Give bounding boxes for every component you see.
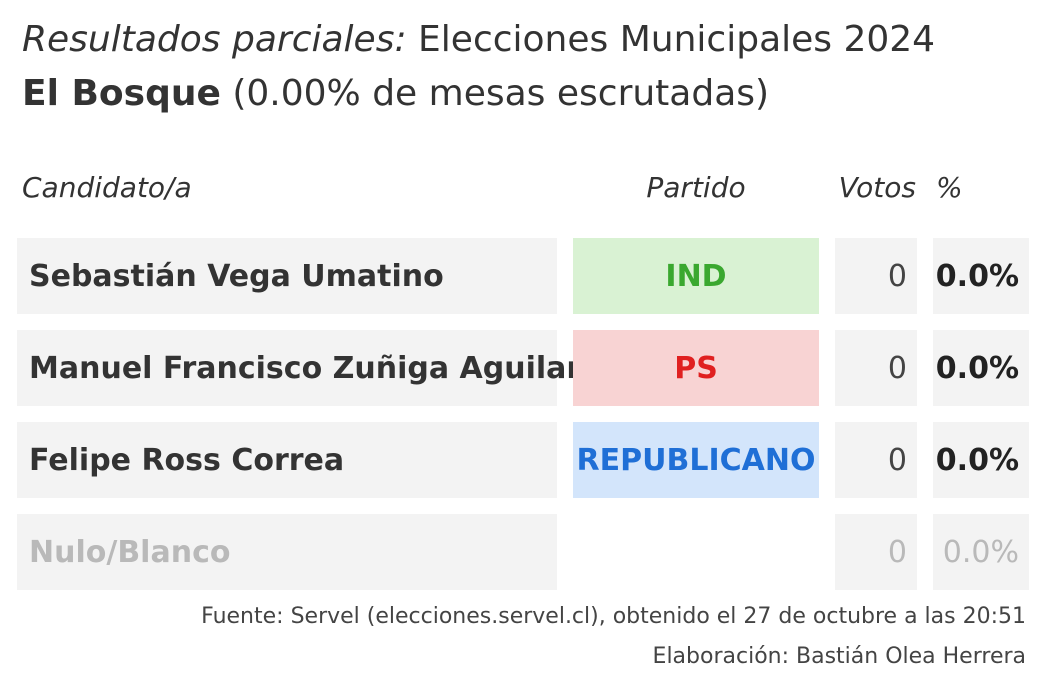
title-italic-part: Resultados parciales: [22,19,407,60]
title-rest: Elecciones Municipales 2024 [418,19,936,60]
header-party: Partido [646,171,746,204]
candidate-name: Manuel Francisco Zuñiga Aguilar [17,330,581,406]
party-badge: PS [573,330,819,406]
candidate-name: Sebastián Vega Umatino [17,238,557,314]
table-row: Manuel Francisco Zuñiga Aguilar PS 0 0.0% [0,330,1046,406]
party-badge: IND [573,238,819,314]
votes-value: 0 [835,514,917,590]
votes-value: 0 [835,330,917,406]
table-row: Nulo/Blanco 0 0.0% [0,514,1046,590]
chart-subtitle: El Bosque (0.00% de mesas escrutadas) [22,72,769,116]
candidate-name: Felipe Ross Correa [17,422,557,498]
percent-value: 0.0% [933,238,1029,314]
votes-value: 0 [835,422,917,498]
source-note: Fuente: Servel (elecciones.servel.cl), o… [201,604,1026,629]
percent-value: 0.0% [933,330,1029,406]
party-badge [573,514,819,590]
votes-value: 0 [835,238,917,314]
candidate-name: Nulo/Blanco [17,514,557,590]
scrutiny-progress: (0.00% de mesas escrutadas) [232,73,770,114]
header-votes: Votos [838,171,916,204]
header-candidate: Candidato/a [22,171,192,204]
percent-value: 0.0% [933,514,1029,590]
header-percent: % [936,171,963,204]
commune-name: El Bosque [22,73,221,114]
chart-title: Resultados parciales: Elecciones Municip… [22,18,935,62]
percent-value: 0.0% [933,422,1029,498]
table-row: Sebastián Vega Umatino IND 0 0.0% [0,238,1046,314]
table-row: Felipe Ross Correa REPUBLICANO 0 0.0% [0,422,1046,498]
party-badge: REPUBLICANO [573,422,819,498]
author-note: Elaboración: Bastián Olea Herrera [652,644,1026,669]
